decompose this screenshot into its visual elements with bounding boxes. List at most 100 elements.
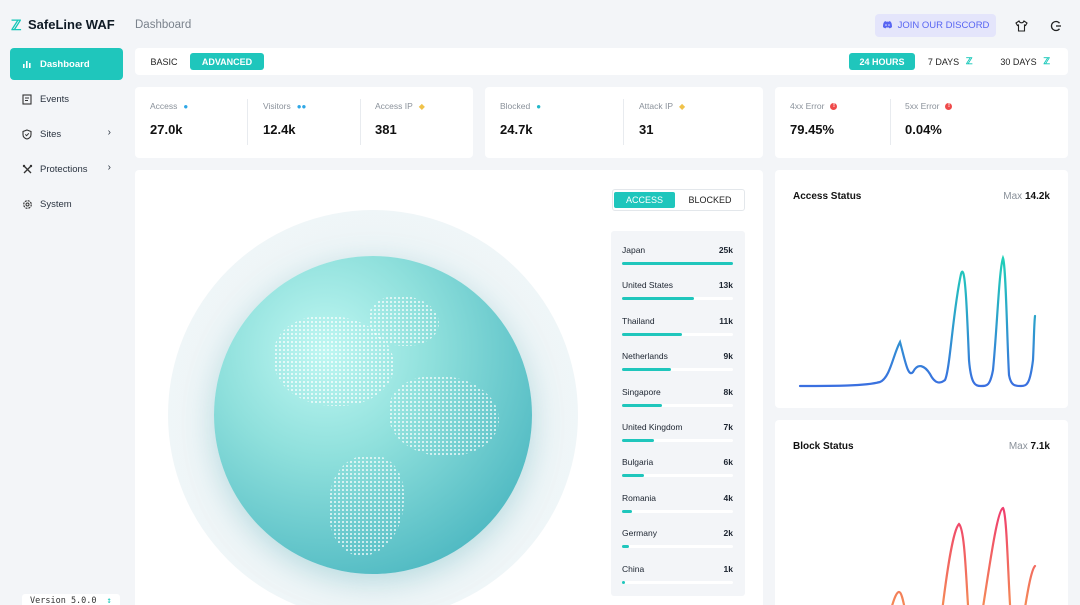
country-bar-track	[622, 545, 733, 549]
world-globe[interactable]	[214, 256, 532, 574]
range-label: 30 DAYS	[1000, 56, 1037, 67]
country-name: United States	[622, 280, 674, 291]
users-icon: ●●	[296, 101, 307, 111]
app-logo[interactable]: ℤ SafeLine WAF	[11, 17, 115, 32]
stat-label: Attack IP	[639, 101, 674, 111]
stat-label: 4xx Error	[790, 101, 825, 111]
logout-icon[interactable]	[1045, 15, 1067, 37]
country-row-text: United States 13k	[622, 280, 733, 290]
ip-icon: ◆	[679, 101, 686, 111]
stat-value: 381	[375, 122, 397, 137]
country-row-text: Thailand 11k	[622, 316, 733, 326]
country-row-text: Germany 2k	[622, 528, 733, 538]
country-bar-track	[622, 262, 733, 265]
country-bar-fill	[622, 332, 682, 336]
sidebar-item-system[interactable]: System	[10, 188, 123, 220]
block-status-card: Block Status Max 7.1k	[775, 420, 1068, 605]
country-name: Romania	[622, 492, 657, 503]
chevron-right-icon: ›	[107, 162, 111, 173]
stat-blocked: Blocked ● 24.7k	[500, 101, 541, 137]
country-bar-fill	[622, 580, 626, 584]
gear-icon	[21, 198, 33, 210]
stat-label: 5xx Error	[905, 101, 940, 111]
block-status-chart	[891, 506, 1037, 605]
access-status-chart	[798, 254, 1037, 388]
sidebar-item-sites[interactable]: Sites ›	[10, 118, 123, 150]
country-bar-track	[622, 403, 733, 407]
landmass-europe-africa	[389, 376, 499, 456]
landmass-greenland	[369, 296, 439, 346]
range-30-days[interactable]: 30 DAYS ℤ	[995, 53, 1057, 70]
country-bar-fill	[622, 439, 655, 442]
sidebar-item-label: Events	[40, 93, 70, 105]
country-name: Thailand	[622, 315, 655, 326]
country-value: 8k	[723, 386, 733, 397]
country-row: United Kingdom 7k	[622, 422, 733, 442]
user-icon: ●	[183, 101, 189, 111]
range-label: 7 DAYS	[927, 56, 960, 67]
stat-value: 24.7k	[500, 122, 533, 137]
divider	[890, 99, 891, 145]
country-value: 25k	[718, 245, 733, 255]
range-7-days[interactable]: 7 DAYS ℤ	[923, 53, 979, 70]
country-value: 4k	[723, 492, 733, 503]
stat-value: 31	[639, 122, 654, 137]
toggle-blocked[interactable]: BLOCKED	[677, 192, 743, 208]
document-icon	[21, 93, 33, 105]
sidebar-item-protections[interactable]: Protections ›	[10, 153, 123, 185]
access-status-card: Access Status Max 14.2k	[775, 170, 1068, 408]
join-discord-button[interactable]: JOIN OUR DISCORD	[875, 14, 996, 37]
country-name: China	[622, 563, 645, 574]
country-row: Bulgaria 6k	[622, 457, 733, 478]
country-name: United Kingdom	[622, 422, 683, 432]
stat-access-ip: Access IP ◆ 381	[375, 101, 425, 137]
dashboard-tabbar: BASIC ADVANCED 24 HOURS 7 DAYS ℤ 30 DAYS ℤ	[135, 48, 1068, 75]
stat-value: 79.45%	[790, 122, 835, 137]
divider	[623, 99, 624, 145]
sidebar-item-events[interactable]: Events	[10, 83, 123, 115]
tshirt-icon[interactable]	[1010, 15, 1032, 37]
pro-badge-icon: ℤ	[1043, 56, 1051, 66]
country-row: China 1k	[622, 564, 733, 584]
sidebar-item-label: Sites	[40, 128, 62, 140]
tab-basic[interactable]: BASIC	[145, 53, 183, 70]
ip-icon: ◆	[418, 101, 425, 111]
country-row: United States 13k	[622, 280, 733, 301]
stat-value: 0.04%	[905, 122, 942, 137]
toggle-access[interactable]: ACCESS	[614, 192, 675, 208]
stat-label: Access	[150, 101, 178, 111]
sidebar-nav: Dashboard Events Sites › Protections › S…	[10, 48, 123, 223]
tab-advanced[interactable]: ADVANCED	[190, 53, 264, 70]
country-bar-fill	[622, 262, 733, 265]
country-value: 11k	[719, 315, 733, 326]
warning-icon: !	[830, 102, 838, 110]
access-status-line	[798, 254, 1037, 388]
country-bar-track	[622, 297, 733, 301]
page-title: Dashboard	[135, 19, 192, 31]
shield-icon	[21, 128, 33, 140]
stat-attack-ip: Attack IP ◆ 31	[639, 101, 685, 137]
country-name: Netherlands	[622, 351, 668, 362]
sidebar: ℤ SafeLine WAF Dashboard Events Sites ›	[0, 0, 133, 605]
country-row-text: Japan 25k	[622, 245, 733, 255]
sidebar-item-dashboard[interactable]: Dashboard	[10, 48, 123, 80]
country-bar-fill	[622, 545, 629, 549]
range-24-hours[interactable]: 24 HOURS	[849, 53, 915, 70]
stat-label: Access IP	[375, 101, 413, 111]
chevron-right-icon: ›	[107, 127, 111, 138]
pro-badge-icon: ℤ	[965, 56, 973, 66]
country-value: 13k	[718, 280, 733, 291]
traffic-stats-card: Access ● 27.0k Visitors ●● 12.4k Access IP…	[135, 87, 473, 158]
country-name: Japan	[622, 245, 646, 255]
country-bar-track	[622, 509, 733, 513]
stat-label: Visitors	[263, 101, 291, 111]
map-mode-toggle: ACCESS BLOCKED	[612, 189, 745, 211]
stat-4xx-error: 4xx Error! 79.45%	[790, 101, 838, 137]
country-value: 6k	[723, 457, 733, 468]
country-bar-track	[622, 332, 733, 336]
sidebar-item-label: Dashboard	[40, 58, 90, 70]
version-badge: Version 5.0.0 ↕	[22, 594, 120, 605]
sidebar-item-label: Protections	[40, 163, 88, 175]
upgrade-icon[interactable]: ↕	[107, 596, 112, 605]
country-row: Japan 25k	[622, 245, 733, 265]
